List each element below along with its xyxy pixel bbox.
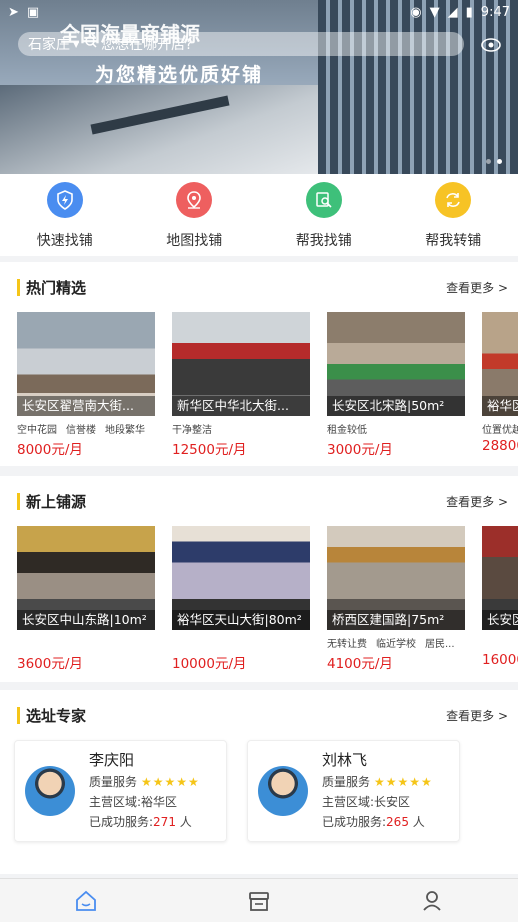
shop-photo: 长安区 (482, 526, 518, 630)
eye-icon[interactable] (480, 34, 502, 54)
experts-section: 选址专家 查看更多 > 李庆阳 质量服务 ★★★★★ 主营区域:裕华区 已成功服务… (0, 690, 518, 874)
chevron-down-icon: ▼ (73, 39, 80, 49)
shop-card[interactable]: 长安区翟营南大街... 空中花园 信誉楼 地段繁华 8000元/月 (17, 312, 155, 462)
quick-action-help-find[interactable]: 帮我找铺 (259, 174, 389, 256)
avatar (258, 766, 308, 816)
search-icon (85, 36, 97, 52)
expert-card[interactable]: 刘林飞 质量服务 ★★★★★ 主营区域:长安区 已成功服务:265 人 (247, 740, 460, 842)
shop-card[interactable]: 裕华区 位置优越 28800 (482, 312, 518, 462)
shop-tags (482, 635, 518, 649)
shop-card[interactable]: 长安区 16000 (482, 526, 518, 676)
view-more-link[interactable]: 查看更多 > (446, 279, 508, 296)
profile-icon[interactable] (412, 886, 452, 916)
shop-caption: 长安区翟营南大街... (17, 396, 155, 416)
shop-tags: 位置优越 (482, 425, 518, 435)
banner-pager (486, 159, 502, 164)
new-listings-section: 新上铺源 查看更多 > 长安区中山东路|10m² 3600元/月 裕华区天山大街… (0, 476, 518, 682)
notification-icon: ▣ (26, 4, 40, 20)
shop-caption: 裕华区 (482, 396, 518, 416)
map-pin-icon (176, 182, 213, 218)
section-title: 选址专家 (17, 705, 86, 726)
signal-icon: ◢ (447, 4, 458, 20)
bottom-tab-bar (0, 878, 518, 922)
location-icon: ◉ (410, 4, 422, 20)
shop-price: 16000 (482, 652, 518, 668)
shop-caption: 桥西区建国路|75m² (327, 610, 465, 630)
shop-price: 8000元/月 (17, 442, 83, 458)
shop-price: 28800 (482, 438, 518, 454)
shop-price: 12500元/月 (172, 442, 247, 458)
expert-area: 主营区域:裕华区 (89, 795, 178, 809)
expert-rating: 质量服务 ★★★★★ (322, 775, 433, 789)
quick-actions: 快速找铺 地图找铺 帮我找铺 帮我转铺 (0, 174, 518, 256)
home-icon[interactable] (66, 886, 106, 916)
battery-icon: ▮ (465, 4, 473, 20)
shop-card[interactable]: 新华区中华北大街... 干净整洁 12500元/月 (172, 312, 310, 462)
shop-photo: 长安区中山东路|10m² (17, 526, 155, 630)
section-title: 新上铺源 (17, 491, 86, 512)
expert-area: 主营区域:长安区 (322, 795, 411, 809)
shop-price: 3600元/月 (17, 656, 83, 672)
shop-photo: 长安区翟营南大街... (17, 312, 155, 416)
shop-tags: 空中花园 信誉楼 地段繁华 (17, 425, 145, 435)
expert-served: 已成功服务:265 人 (322, 815, 425, 829)
clock: 9:47 (480, 4, 510, 20)
shop-photo: 裕华区天山大街|80m² (172, 526, 310, 630)
quick-action-fast-find[interactable]: 快速找铺 (0, 174, 130, 256)
shop-tags: 干净整洁 (172, 425, 212, 435)
expert-rating: 质量服务 ★★★★★ (89, 775, 200, 789)
shop-tags: 租金较低 (327, 425, 367, 435)
shop-photo: 长安区北宋路|50m² (327, 312, 465, 416)
section-title: 热门精选 (17, 277, 86, 298)
swap-icon (435, 182, 472, 218)
shop-tags: 无转让费 临近学校 居民... (327, 639, 455, 649)
quick-action-label: 帮我转铺 (425, 233, 482, 249)
quick-action-label: 快速找铺 (36, 233, 93, 249)
status-bar: ➤ ▣ ◉ ▼ ◢ ▮ 9:47 (0, 0, 518, 24)
banner-photo-ground (0, 85, 330, 174)
shop-price: 3000元/月 (327, 442, 393, 458)
search-bar[interactable]: 石家庄 ▼ 您想在哪开店? (18, 32, 464, 56)
avatar (25, 766, 75, 816)
shop-photo: 裕华区 (482, 312, 518, 416)
shop-card[interactable]: 长安区中山东路|10m² 3600元/月 (17, 526, 155, 676)
expert-name: 李庆阳 (89, 751, 135, 769)
shield-lightning-icon (46, 182, 83, 218)
shop-photo: 桥西区建国路|75m² (327, 526, 465, 630)
shop-caption: 裕华区天山大街|80m² (172, 610, 310, 630)
shop-photo: 新华区中华北大街... (172, 312, 310, 416)
banner-subtitle: 为您精选优质好铺 (95, 64, 264, 86)
expert-card[interactable]: 李庆阳 质量服务 ★★★★★ 主营区域:裕华区 已成功服务:271 人 (14, 740, 227, 842)
star-icon: ★★★★★ (141, 775, 200, 789)
city-selector[interactable]: 石家庄 (28, 34, 70, 54)
shop-card[interactable]: 桥西区建国路|75m² 无转让费 临近学校 居民... 4100元/月 (327, 526, 465, 676)
search-input[interactable]: 您想在哪开店? (101, 34, 192, 54)
shop-card[interactable]: 裕华区天山大街|80m² 10000元/月 (172, 526, 310, 676)
shop-caption: 新华区中华北大街... (172, 396, 310, 416)
shop-caption: 长安区中山东路|10m² (17, 610, 155, 630)
shop-caption: 长安区北宋路|50m² (327, 396, 465, 416)
view-more-link[interactable]: 查看更多 > (446, 493, 508, 510)
view-more-link[interactable]: 查看更多 > (446, 707, 508, 724)
expert-served: 已成功服务:271 人 (89, 815, 192, 829)
banner-photo-building (318, 0, 518, 174)
telegram-icon: ➤ (8, 4, 19, 20)
hero-banner[interactable]: 全国海量商铺源 为您精选优质好铺 (0, 0, 518, 174)
quick-action-map-find[interactable]: 地图找铺 (130, 174, 260, 256)
search-doc-icon (305, 182, 342, 218)
shop-tags (172, 635, 310, 649)
quick-action-label: 地图找铺 (166, 233, 223, 249)
expert-name: 刘林飞 (322, 751, 368, 769)
quick-action-help-transfer[interactable]: 帮我转铺 (389, 174, 518, 256)
shop-tags (17, 635, 155, 649)
quick-action-label: 帮我找铺 (295, 233, 352, 249)
shop-card[interactable]: 长安区北宋路|50m² 租金较低 3000元/月 (327, 312, 465, 462)
shop-caption: 长安区 (482, 610, 518, 630)
hot-picks-section: 热门精选 查看更多 > 长安区翟营南大街... 空中花园 信誉楼 地段繁华 8000… (0, 262, 518, 466)
shop-icon[interactable] (239, 886, 279, 916)
star-icon: ★★★★★ (374, 775, 433, 789)
wifi-icon: ▼ (429, 4, 440, 20)
shop-price: 10000元/月 (172, 656, 247, 672)
shop-price: 4100元/月 (327, 656, 393, 672)
